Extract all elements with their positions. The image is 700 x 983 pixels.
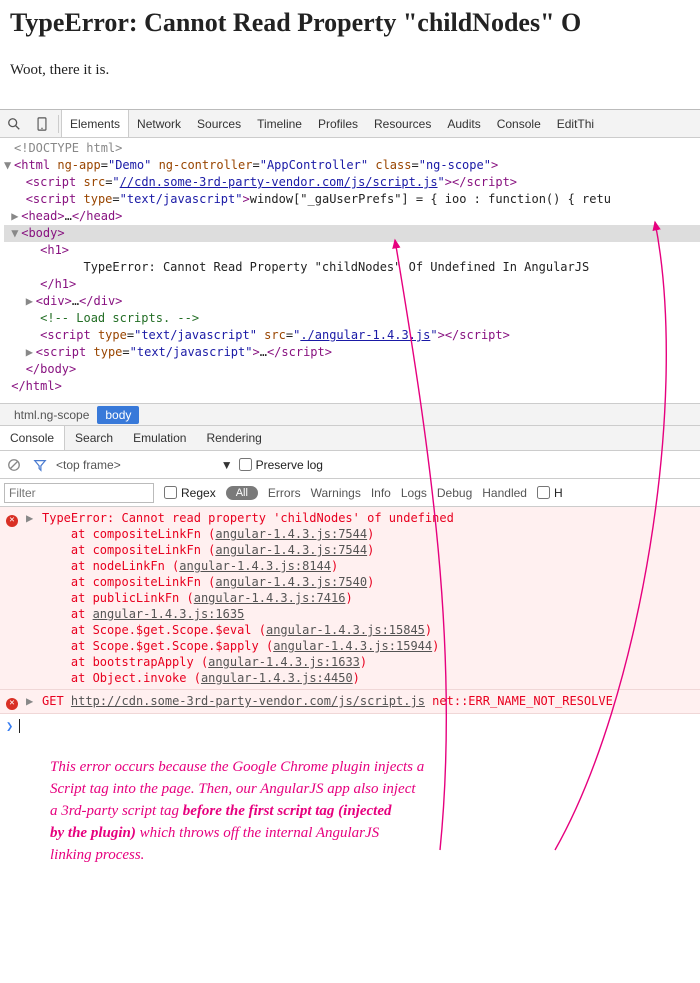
prompt-caret-icon: ❯ — [6, 718, 13, 734]
devtools-panel: Elements Network Sources Timeline Profil… — [0, 109, 700, 738]
filter-handled[interactable]: Handled — [482, 486, 527, 500]
search-icon[interactable] — [0, 111, 28, 137]
drawer-tabs: Console Search Emulation Rendering — [0, 425, 700, 451]
preserve-log-checkbox[interactable]: Preserve log — [239, 458, 323, 472]
tab-network[interactable]: Network — [129, 110, 189, 137]
page-subtext: Woot, there it is. — [10, 62, 690, 79]
filter-all[interactable]: All — [226, 486, 258, 500]
error-stack: TypeError: Cannot read property 'childNo… — [42, 510, 454, 686]
filter-info[interactable]: Info — [371, 486, 391, 500]
tab-sources[interactable]: Sources — [189, 110, 249, 137]
drawer-tab-console[interactable]: Console — [0, 426, 65, 450]
tab-timeline[interactable]: Timeline — [249, 110, 310, 137]
drawer-tab-rendering[interactable]: Rendering — [196, 426, 271, 450]
breadcrumb: html.ng-scope body — [0, 403, 700, 425]
filter-input[interactable] — [4, 483, 154, 503]
devtools-toolbar: Elements Network Sources Timeline Profil… — [0, 110, 700, 138]
tab-profiles[interactable]: Profiles — [310, 110, 366, 137]
console-output: ✕ ▶ TypeError: Cannot read property 'chi… — [0, 507, 700, 738]
error-icon: ✕ — [6, 515, 18, 527]
filter-errors[interactable]: Errors — [268, 486, 301, 500]
expand-icon[interactable]: ▶ — [26, 693, 36, 710]
devtools-tabs: Elements Network Sources Timeline Profil… — [61, 110, 602, 137]
page-title: TypeError: Cannot Read Property "childNo… — [10, 8, 690, 38]
filter-logs[interactable]: Logs — [401, 486, 427, 500]
hide-checkbox[interactable]: H — [537, 486, 563, 500]
expand-icon[interactable]: ▶ — [26, 510, 36, 686]
filter-debug[interactable]: Debug — [437, 486, 472, 500]
console-error[interactable]: ✕ ▶ TypeError: Cannot read property 'chi… — [0, 507, 700, 690]
tab-audits[interactable]: Audits — [439, 110, 488, 137]
clear-console-icon[interactable] — [4, 458, 24, 472]
device-icon[interactable] — [28, 111, 56, 137]
dom-tree[interactable]: <!DOCTYPE html> ▼<html ng-app="Demo" ng-… — [0, 138, 700, 403]
crumb-body[interactable]: body — [97, 406, 139, 424]
frame-selector[interactable]: <top frame> ▼ — [56, 458, 233, 472]
error-icon: ✕ — [6, 698, 18, 710]
regex-checkbox[interactable]: Regex — [164, 486, 216, 500]
net-url[interactable]: http://cdn.some-3rd-party-vendor.com/js/… — [71, 694, 425, 708]
annotation-note: This error occurs because the Google Chr… — [0, 738, 700, 896]
tab-console[interactable]: Console — [489, 110, 549, 137]
filter-icon[interactable] — [30, 458, 50, 472]
filter-bar: Regex All Errors Warnings Info Logs Debu… — [0, 479, 700, 507]
tab-resources[interactable]: Resources — [366, 110, 439, 137]
filter-warnings[interactable]: Warnings — [311, 486, 361, 500]
doctype: <!DOCTYPE html> — [14, 141, 122, 155]
console-toolbar: <top frame> ▼ Preserve log — [0, 451, 700, 479]
console-network-error[interactable]: ✕ ▶ GET http://cdn.some-3rd-party-vendor… — [0, 690, 700, 714]
drawer-tab-emulation[interactable]: Emulation — [123, 426, 196, 450]
tab-editthis[interactable]: EditThi — [549, 110, 602, 137]
drawer-tab-search[interactable]: Search — [65, 426, 123, 450]
crumb-html[interactable]: html.ng-scope — [6, 406, 97, 424]
tab-elements[interactable]: Elements — [61, 110, 129, 137]
console-prompt[interactable]: ❯ — [0, 714, 700, 738]
dropdown-icon: ▼ — [221, 458, 233, 472]
